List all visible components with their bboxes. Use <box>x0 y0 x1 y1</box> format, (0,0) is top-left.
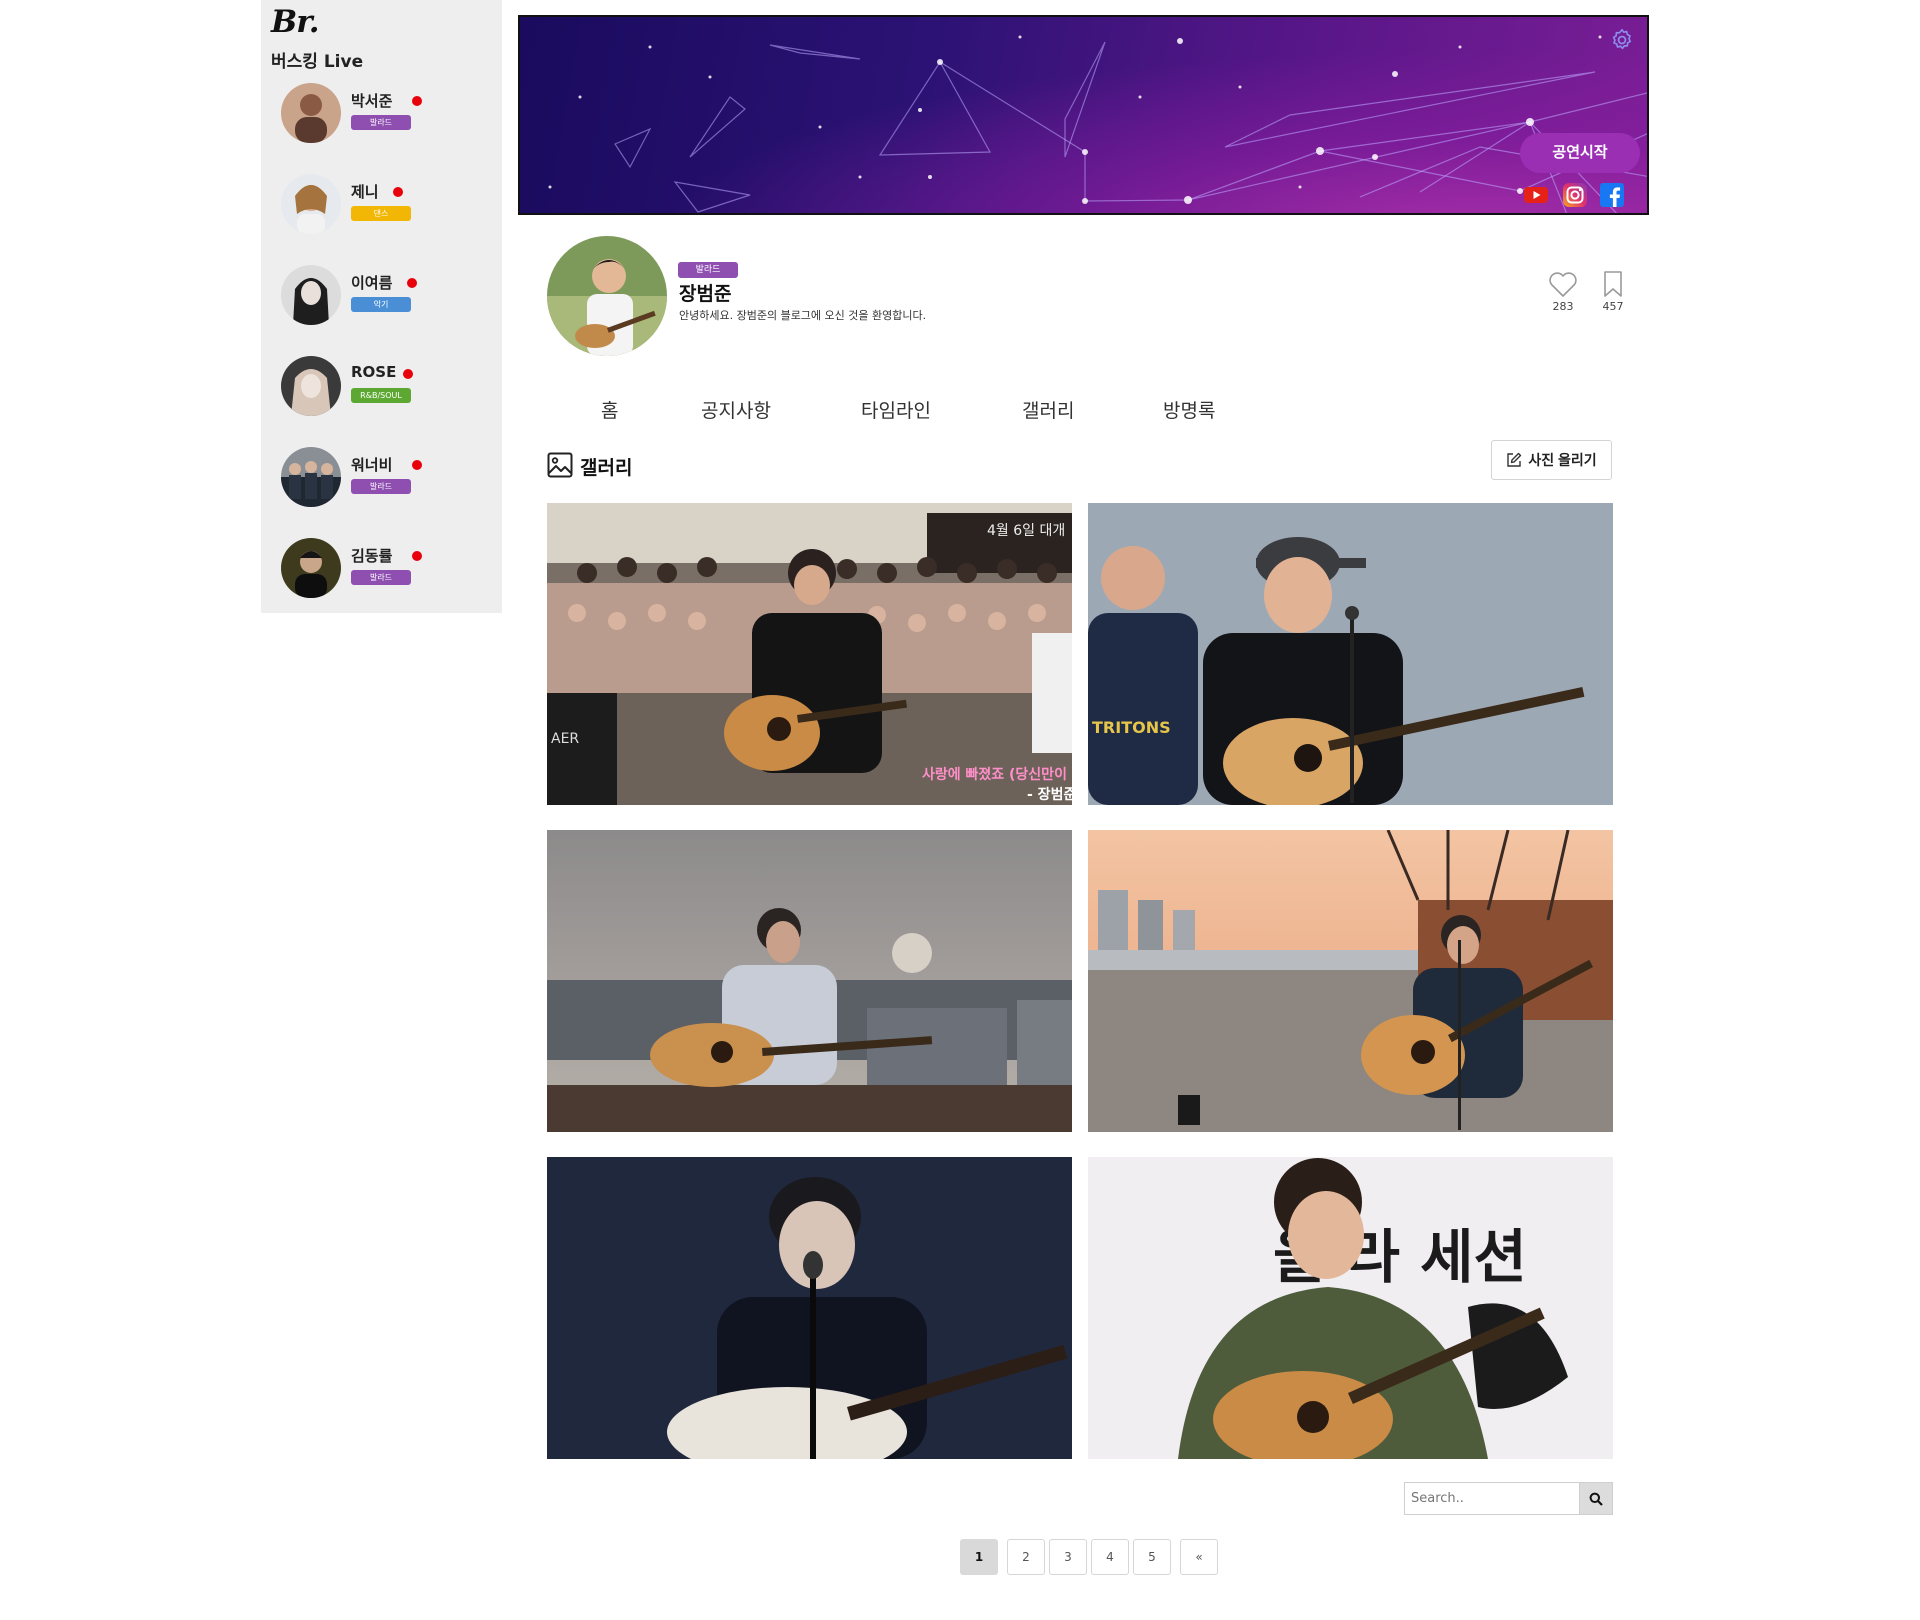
start-performance-button[interactable]: 공연시작 <box>1520 133 1640 173</box>
live-indicator <box>403 369 413 379</box>
upload-label: 사진 올리기 <box>1528 452 1597 468</box>
tab-timeline[interactable]: 타임라인 <box>861 396 931 423</box>
genre-tag: 발라드 <box>351 115 411 130</box>
avatar <box>281 265 341 325</box>
upload-photo-button[interactable]: 사진 올리기 <box>1491 440 1612 480</box>
genre-tag: 발라드 <box>351 479 411 494</box>
page-button-current[interactable]: 1 <box>960 1539 998 1575</box>
live-item[interactable]: 워너비 발라드 <box>281 447 481 509</box>
live-name: 워너비 <box>351 456 393 474</box>
bookmark-count: 457 <box>1602 300 1624 313</box>
live-item[interactable]: 제니 댄스 <box>281 174 481 236</box>
sidebar: Br. 버스킹 Live 박서준 발라드 제니 댄스 이여름 악기 ROSE R… <box>261 0 502 613</box>
live-name: 이여름 <box>351 274 393 292</box>
page-button[interactable]: 2 <box>1007 1539 1045 1575</box>
avatar <box>281 538 341 598</box>
live-name: 제니 <box>351 183 379 201</box>
search-button[interactable] <box>1579 1482 1613 1515</box>
live-indicator <box>407 278 417 288</box>
tab-notice[interactable]: 공지사항 <box>701 396 771 423</box>
instagram-icon[interactable] <box>1562 182 1588 208</box>
page-prev-button[interactable]: « <box>1180 1539 1218 1575</box>
genre-tag: R&B/SOUL <box>351 388 411 403</box>
tab-home[interactable]: 홈 <box>601 396 618 423</box>
tab-gallery[interactable]: 갤러리 <box>1022 396 1074 423</box>
cover-banner: 공연시작 <box>518 15 1649 215</box>
genre-tag: 댄스 <box>351 206 411 221</box>
live-indicator <box>412 551 422 561</box>
genre-tag: 발라드 <box>351 570 411 585</box>
avatar <box>281 447 341 507</box>
search-input[interactable] <box>1404 1482 1579 1515</box>
bookmark-stat[interactable]: 457 <box>1593 270 1633 313</box>
heart-icon[interactable] <box>1548 270 1578 298</box>
shirt-text: TRITONS <box>1092 718 1171 737</box>
gallery-photo[interactable] <box>1088 830 1613 1132</box>
avatar <box>281 83 341 143</box>
brand-subtitle: 버스킹 Live <box>271 52 364 72</box>
avatar <box>281 356 341 416</box>
gallery-photo[interactable]: AER 4월 6일 대개 사랑에 빠졌죠 (당신만이 - 장범준 <box>547 503 1072 805</box>
tab-guestbook[interactable]: 방명록 <box>1163 396 1215 423</box>
live-item[interactable]: 이여름 악기 <box>281 265 481 327</box>
live-indicator <box>412 460 422 470</box>
network-pattern <box>548 35 1647 213</box>
page-button[interactable]: 5 <box>1133 1539 1171 1575</box>
live-item[interactable]: ROSE R&B/SOUL <box>281 356 481 418</box>
live-item[interactable]: 박서준 발라드 <box>281 83 481 145</box>
genre-tag: 악기 <box>351 297 411 312</box>
photo-caption-artist: - 장범준 <box>1027 786 1072 803</box>
avatar <box>281 174 341 234</box>
page-button[interactable]: 3 <box>1049 1539 1087 1575</box>
like-stat[interactable]: 283 <box>1543 270 1583 313</box>
live-indicator <box>393 187 403 197</box>
live-name: ROSE <box>351 363 397 381</box>
amp-brand-text: AER <box>551 731 579 747</box>
facebook-icon[interactable] <box>1599 182 1625 208</box>
profile-name: 장범준 <box>679 283 732 305</box>
gear-icon[interactable] <box>1609 27 1635 53</box>
youtube-icon[interactable] <box>1523 182 1549 208</box>
profile-avatar[interactable] <box>547 236 667 356</box>
genre-badge: 발라드 <box>678 262 738 278</box>
image-icon <box>547 452 573 478</box>
gallery-title: 갤러리 <box>580 457 633 479</box>
edit-icon <box>1507 452 1522 467</box>
live-indicator <box>412 96 422 106</box>
live-name: 박서준 <box>351 92 393 110</box>
live-name: 김동률 <box>351 547 393 565</box>
profile-description: 안녕하세요. 장범준의 블로그에 오신 것을 환영합니다. <box>679 309 927 322</box>
page-button[interactable]: 4 <box>1091 1539 1129 1575</box>
gallery-photo[interactable] <box>547 830 1072 1132</box>
brand-logo[interactable]: Br. <box>271 4 319 40</box>
gallery-photo[interactable] <box>547 1157 1072 1459</box>
gallery-photo[interactable]: TRITONS <box>1088 503 1613 805</box>
search-icon <box>1589 1492 1603 1506</box>
gallery-photo[interactable]: 울 라 세션 <box>1088 1157 1613 1459</box>
bookmark-icon[interactable] <box>1601 270 1625 298</box>
live-item[interactable]: 김동률 발라드 <box>281 538 481 600</box>
photo-caption-song: 사랑에 빠졌죠 (당신만이 <box>922 766 1067 783</box>
photo-caption-date: 4월 6일 대개 <box>987 523 1065 539</box>
like-count: 283 <box>1552 300 1574 313</box>
